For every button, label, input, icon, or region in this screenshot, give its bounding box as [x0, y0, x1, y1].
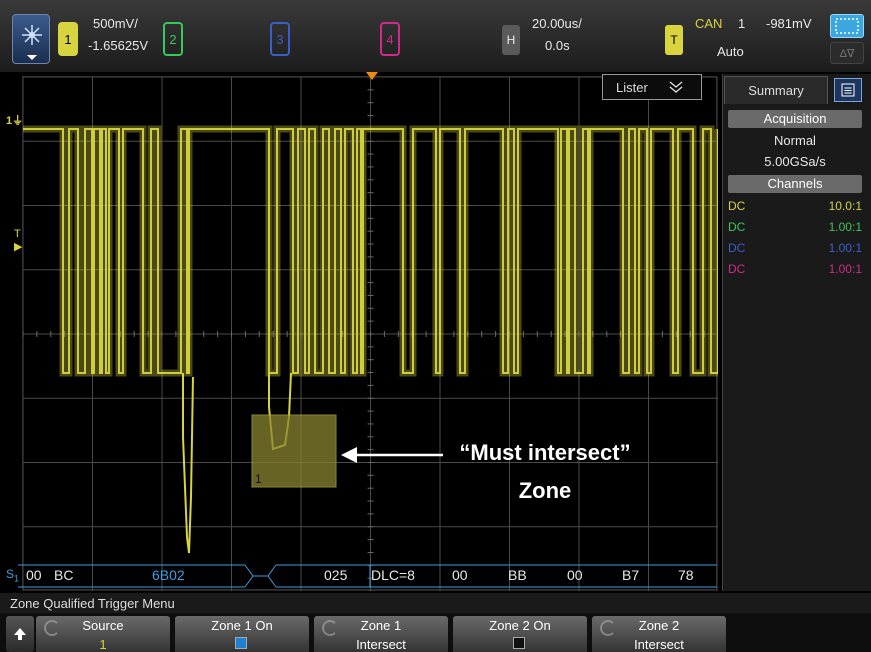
- channel-coupling: DC: [728, 220, 746, 234]
- horizontal-button[interactable]: H: [502, 25, 520, 55]
- channel-4-summary: DC 1.00:1: [728, 262, 862, 282]
- list-icon: [841, 83, 855, 97]
- bus-label: S1: [6, 567, 20, 584]
- channel-1-button[interactable]: 1: [58, 22, 78, 56]
- acquisition-mode: Normal: [774, 133, 816, 148]
- horizontal-label: H: [506, 33, 516, 47]
- channel-1-offset: -1.65625V: [88, 38, 148, 53]
- zoom-icon: [835, 18, 859, 34]
- annotation-line-2: Zone: [518, 478, 572, 503]
- zone1-checkbox-checked: [235, 637, 247, 649]
- lister-button[interactable]: Lister: [602, 74, 702, 100]
- lister-label: Lister: [616, 79, 648, 95]
- tab-summary-label: Summary: [748, 83, 804, 98]
- softkey-zone1-on-label: Zone 1 On: [211, 618, 273, 633]
- channel-4-button[interactable]: 4: [380, 22, 400, 56]
- channel-probe: 10.0:1: [828, 199, 862, 213]
- softkey-source-value: 1: [99, 637, 107, 652]
- zone-1-label: 1: [255, 472, 262, 486]
- waveform-display[interactable]: 1: [22, 76, 722, 592]
- annotation-arrow-head: [341, 447, 357, 463]
- chevron-double-down-icon: [669, 81, 683, 93]
- measure-button[interactable]: Δ∇: [830, 42, 864, 64]
- waveform-grid: 1: [22, 76, 722, 592]
- acquisition-header: Acquisition: [728, 110, 862, 128]
- trigger-position-marker[interactable]: [366, 72, 378, 80]
- tab-summary[interactable]: Summary: [724, 76, 828, 104]
- annotation-line-1: “Must intersect”: [459, 440, 631, 465]
- softkey-zone2-on-label: Zone 2 On: [489, 618, 551, 633]
- trigger-source: 1: [738, 16, 746, 31]
- channel-probe: 1.00:1: [828, 220, 862, 234]
- bus-field: B7: [622, 567, 640, 583]
- bus-field: DLC=8: [371, 567, 415, 583]
- bus-field: 78: [678, 567, 694, 583]
- channel-2-number: 2: [169, 31, 177, 47]
- back-button[interactable]: [6, 616, 34, 652]
- channel-1-ground-marker[interactable]: 1⏚: [6, 112, 23, 128]
- trigger-label: T: [670, 33, 678, 47]
- channel-coupling: DC: [728, 199, 746, 213]
- trigger-mode: Auto: [717, 44, 744, 59]
- bus-field: 00: [567, 567, 583, 583]
- keysight-logo-icon: [22, 25, 42, 60]
- trigger-level-marker[interactable]: T ▶: [14, 228, 22, 253]
- bus-decode-row: [0, 563, 717, 591]
- channel-3-summary: DC 1.00:1: [728, 241, 862, 261]
- softkey-zone1-mode[interactable]: Zone 1 Intersect: [314, 616, 448, 652]
- softkey-zone2-on[interactable]: Zone 2 On: [453, 616, 587, 652]
- channels-header: Channels: [728, 175, 862, 193]
- channel-2-button[interactable]: 2: [163, 22, 183, 56]
- bus-field: BC: [54, 567, 74, 583]
- bus-field: BB: [508, 567, 527, 583]
- channel-probe: 1.00:1: [828, 241, 862, 255]
- summary-side-panel: [722, 74, 871, 591]
- channel-1-summary: DC 10.0:1: [728, 199, 862, 219]
- channel-probe: 1.00:1: [828, 262, 862, 276]
- channel-coupling: DC: [728, 262, 746, 276]
- channel-2-summary: DC 1.00:1: [728, 220, 862, 240]
- acquisition-sample-rate: 5.00GSa/s: [764, 154, 826, 169]
- top-status-bar: [0, 0, 871, 72]
- softkey-zone2-mode-value: Intersect: [634, 637, 684, 652]
- channel-3-number: 3: [276, 31, 284, 47]
- bus-field: 00: [452, 567, 468, 583]
- zone2-checkbox-unchecked: [513, 637, 525, 649]
- panel-menu-button[interactable]: [834, 78, 862, 102]
- softkey-zone1-on[interactable]: Zone 1 On: [175, 616, 309, 652]
- up-arrow-icon: [14, 628, 26, 640]
- channel-1-number: 1: [64, 31, 72, 47]
- softkey-zone1-mode-label: Zone 1: [360, 618, 402, 633]
- main-menu-button[interactable]: [12, 14, 50, 64]
- measure-icon: Δ∇: [839, 47, 855, 60]
- trigger-level: -981mV: [766, 16, 812, 31]
- channel-4-number: 4: [386, 31, 394, 47]
- zoom-button[interactable]: [830, 14, 864, 38]
- horizontal-delay: 0.0s: [545, 38, 570, 53]
- softkey-zone2-mode[interactable]: Zone 2 Intersect: [592, 616, 726, 652]
- softkey-zone1-mode-value: Intersect: [356, 637, 406, 652]
- bus-decode-frames: [18, 564, 717, 588]
- softkey-source-label: Source: [82, 618, 124, 633]
- channel-coupling: DC: [728, 241, 746, 255]
- zone-1-box: [251, 414, 337, 488]
- bus-field: 6B02: [152, 567, 185, 583]
- menu-title: Zone Qualified Trigger Menu: [0, 593, 871, 614]
- channel-1-scale: 500mV/: [93, 16, 138, 31]
- bus-field: 025: [324, 567, 348, 583]
- softkey-zone2-mode-label: Zone 2: [638, 618, 680, 633]
- horizontal-timebase: 20.00us/: [532, 16, 582, 31]
- bus-field: 00: [26, 567, 42, 583]
- channel-3-button[interactable]: 3: [270, 22, 290, 56]
- trigger-type: CAN: [695, 16, 723, 31]
- trigger-button[interactable]: T: [665, 25, 683, 55]
- softkey-source[interactable]: Source 1: [36, 616, 170, 652]
